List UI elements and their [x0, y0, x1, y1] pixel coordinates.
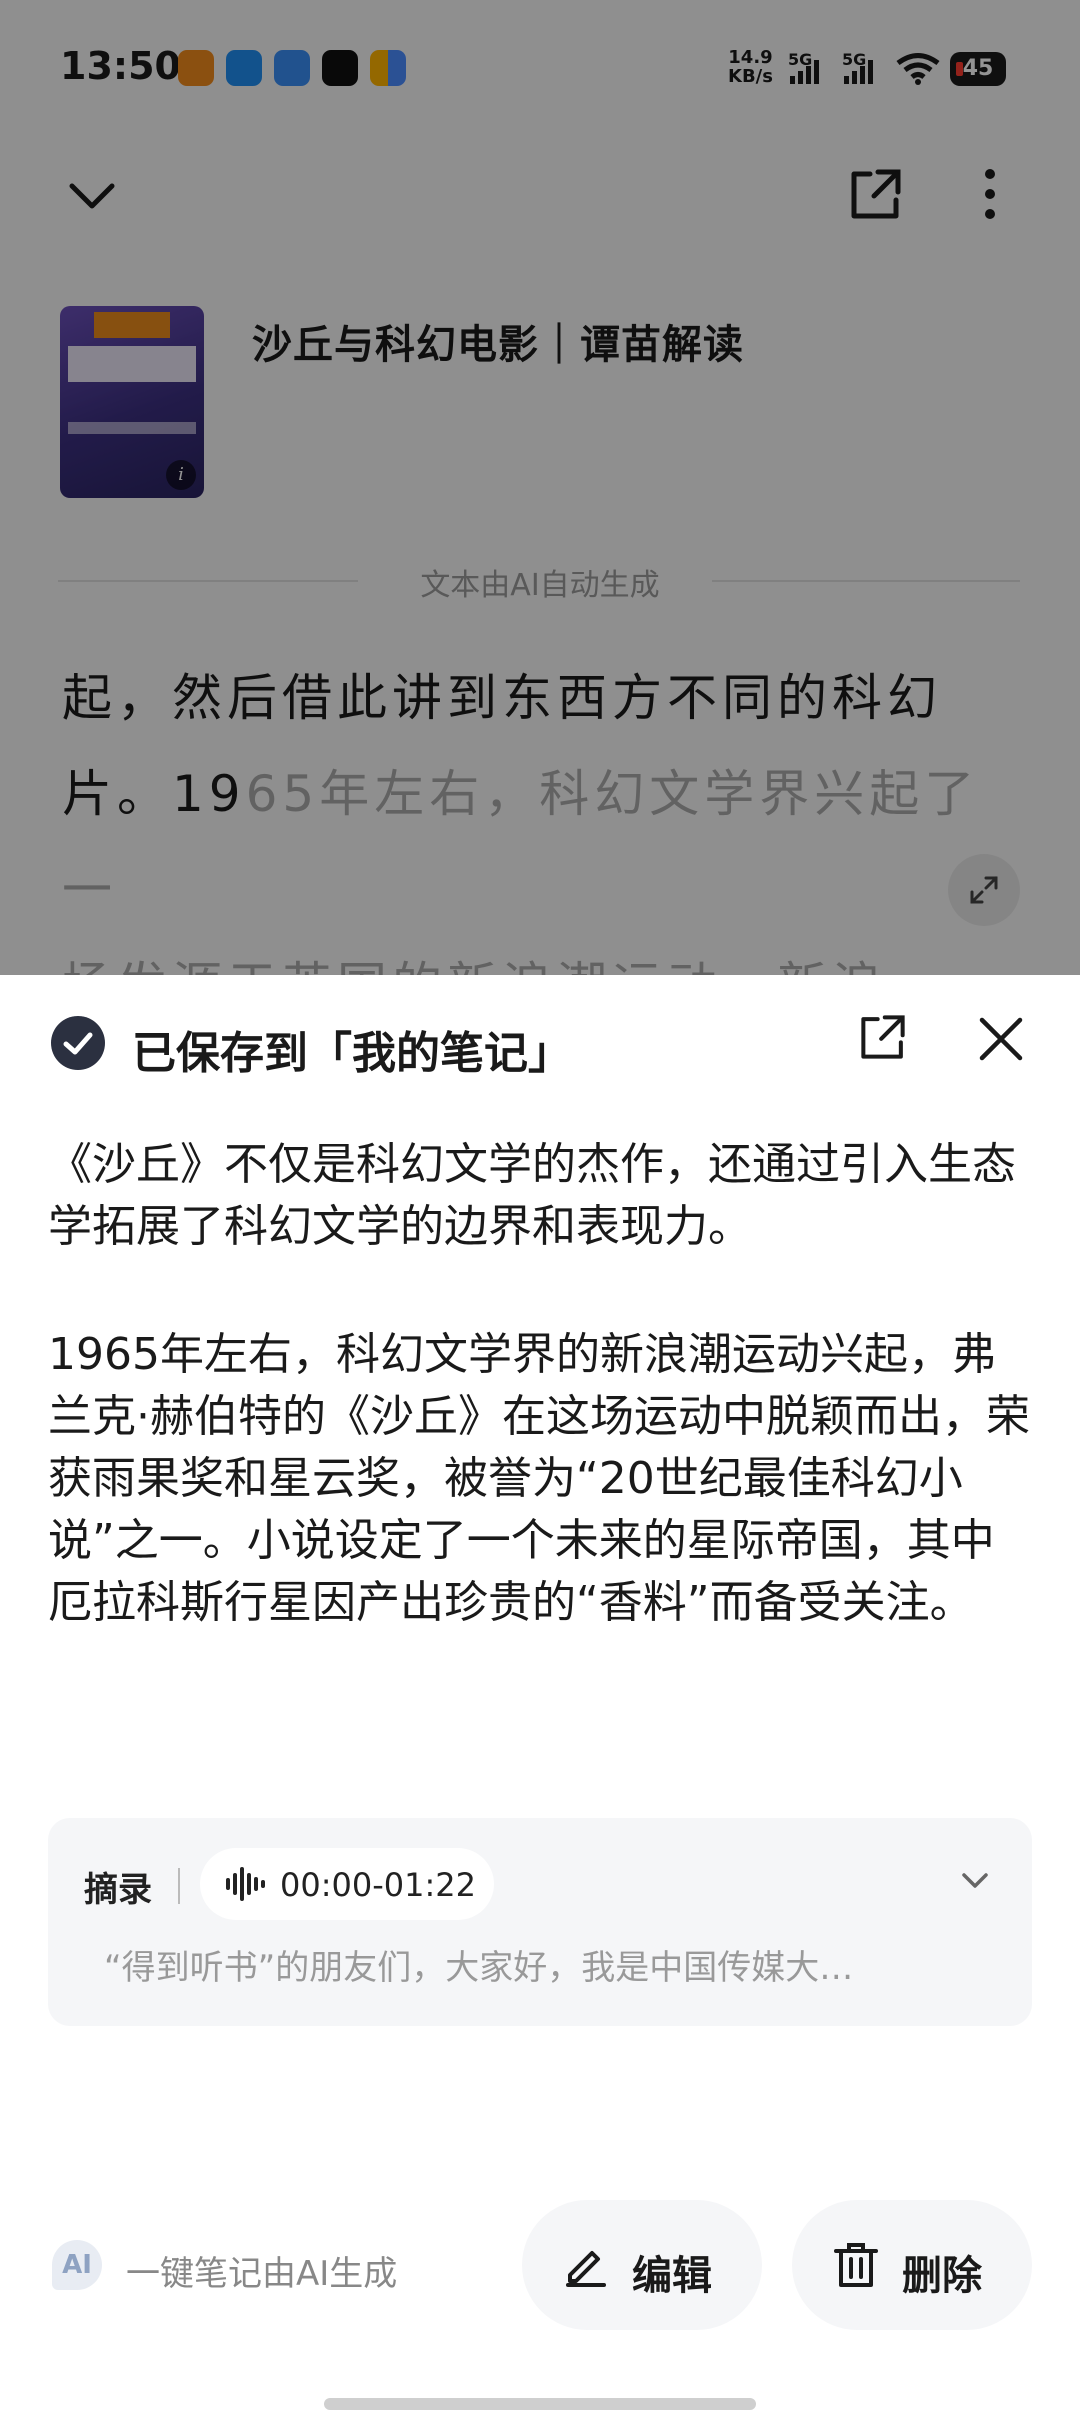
waveform-icon [226, 1867, 265, 1901]
delete-button[interactable]: 删除 [792, 2200, 1032, 2330]
pen-icon [566, 2251, 606, 2287]
chevron-down-icon[interactable] [960, 1870, 990, 1892]
note-summary: 《沙丘》不仅是科幻文学的杰作，还通过引入生态学拓展了科幻文学的边界和表现力。 [48, 1139, 1016, 1252]
dim-overlay[interactable] [0, 0, 1080, 975]
ai-note-label: 一键笔记由AI生成 [126, 2254, 398, 2294]
note-body: 1965年左右，科幻文学界的新浪潮运动兴起，弗兰克·赫伯特的《沙丘》在这场运动中… [48, 1329, 1030, 1628]
trash-icon [834, 2243, 878, 2287]
sheet-title: 已保存到「我的笔记」 [132, 1028, 572, 1079]
check-circle-icon [51, 1016, 105, 1070]
excerpt-card[interactable]: 摘录 00:00-01:22 “得到听书”的朋友们，大家好，我是中国传媒大… [48, 1818, 1032, 2026]
close-icon[interactable] [978, 1016, 1024, 1062]
excerpt-text: “得到听书”的朋友们，大家好，我是中国传媒大… [104, 1948, 854, 1988]
ai-badge: AI [52, 2240, 102, 2290]
home-indicator[interactable] [324, 2398, 756, 2410]
audio-clip-button[interactable]: 00:00-01:22 [200, 1848, 494, 1920]
excerpt-label: 摘录 [84, 1870, 152, 1910]
excerpt-separator [178, 1868, 180, 1904]
edit-button[interactable]: 编辑 [522, 2200, 762, 2330]
edit-label: 编辑 [632, 2253, 712, 2299]
audio-time-range: 00:00-01:22 [280, 1866, 476, 1904]
share-icon[interactable] [858, 1012, 908, 1062]
delete-label: 删除 [902, 2253, 982, 2299]
